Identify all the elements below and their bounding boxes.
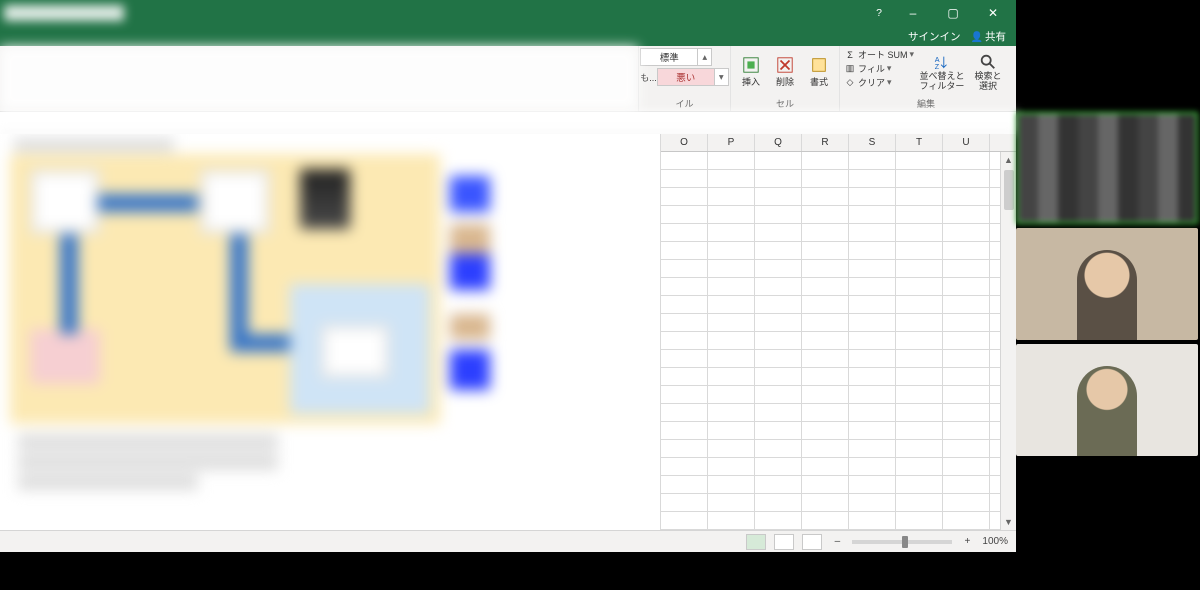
- title-text-blurred: [4, 5, 124, 21]
- cell-style-scroll-up[interactable]: ▴: [698, 48, 712, 66]
- ribbon-group-label-editing: 編集: [917, 97, 935, 111]
- find-select-button[interactable]: 検索と 選択: [968, 48, 1008, 96]
- insert-cells-icon: [742, 56, 760, 74]
- close-button[interactable]: ✕: [974, 2, 1012, 24]
- sigma-icon: Σ: [844, 49, 856, 61]
- insert-button[interactable]: 挿入: [735, 48, 767, 96]
- scroll-down-icon[interactable]: ▼: [1001, 514, 1016, 530]
- view-page-layout-button[interactable]: [774, 534, 794, 550]
- video-call-sidebar: [1016, 0, 1200, 470]
- zoom-in-button[interactable]: +: [960, 536, 974, 547]
- col-header[interactable]: R: [802, 134, 849, 151]
- excel-window: ? – ▢ ✕ サインイン 共有 標準 ▴ も... 悪い ▾: [0, 0, 1016, 552]
- scroll-up-icon[interactable]: ▲: [1001, 152, 1016, 168]
- status-bar: – + 100%: [0, 530, 1016, 552]
- sort-filter-button[interactable]: AZ 並べ替えと フィルター: [918, 48, 966, 96]
- scroll-thumb[interactable]: [1004, 170, 1014, 210]
- col-header[interactable]: O: [661, 134, 708, 151]
- clear-button[interactable]: ◇ クリア ▾: [844, 76, 916, 89]
- cell-style-bad[interactable]: 悪い: [657, 68, 715, 86]
- grid-pane[interactable]: O P Q R S T U ▲ ▼: [660, 134, 1016, 530]
- delete-button[interactable]: 削除: [769, 48, 801, 96]
- signin-link[interactable]: サインイン: [908, 29, 961, 44]
- zoom-out-button[interactable]: –: [830, 536, 844, 547]
- video-tile-active[interactable]: [1016, 112, 1198, 224]
- col-header[interactable]: S: [849, 134, 896, 151]
- cell-style-neutral-prefix: も...: [640, 71, 657, 84]
- formula-bar-blurred: [0, 112, 1016, 134]
- video-tile-participant-2[interactable]: [1016, 344, 1198, 456]
- col-header[interactable]: U: [943, 134, 990, 151]
- ribbon-blurred-left: [0, 46, 638, 111]
- ribbon-group-cells: 挿入 削除 書式 セル: [730, 46, 839, 111]
- maximize-button[interactable]: ▢: [934, 2, 972, 24]
- vertical-scrollbar[interactable]: ▲ ▼: [1000, 152, 1016, 530]
- cell-style-normal[interactable]: 標準: [640, 48, 698, 66]
- minimize-button[interactable]: –: [894, 2, 932, 24]
- format-button[interactable]: 書式: [803, 48, 835, 96]
- ribbon-group-styles: 標準 ▴ も... 悪い ▾ イル: [638, 46, 730, 111]
- title-bar: ? – ▢ ✕: [0, 0, 1016, 26]
- auth-row: サインイン 共有: [0, 26, 1016, 46]
- magnifier-icon: [979, 53, 997, 71]
- fill-down-icon: ▥: [844, 63, 856, 75]
- zoom-slider[interactable]: [852, 540, 952, 544]
- share-button[interactable]: 共有: [971, 29, 1006, 44]
- ribbon: 標準 ▴ も... 悪い ▾ イル 挿入 削除: [0, 46, 1016, 112]
- cells-grid[interactable]: [661, 152, 1016, 530]
- zoom-level-label[interactable]: 100%: [982, 536, 1008, 547]
- view-normal-button[interactable]: [746, 534, 766, 550]
- video-tile-participant-1[interactable]: [1016, 228, 1198, 340]
- cell-style-scroll-down[interactable]: ▾: [715, 68, 729, 86]
- fill-button[interactable]: ▥ フィル ▾: [844, 62, 916, 75]
- worksheet-content-blurred: [0, 134, 660, 530]
- ribbon-group-editing: Σ オート SUM ▾ ▥ フィル ▾ ◇ クリア ▾ AZ 並べ替えと フィル…: [839, 46, 1016, 111]
- worksheet-area: O P Q R S T U ▲ ▼: [0, 134, 1016, 530]
- eraser-icon: ◇: [844, 77, 856, 89]
- autosum-button[interactable]: Σ オート SUM ▾: [844, 48, 916, 61]
- view-page-break-button[interactable]: [802, 534, 822, 550]
- ribbon-options-icon[interactable]: ?: [868, 7, 890, 19]
- column-headers: O P Q R S T U: [661, 134, 1016, 152]
- format-cells-icon: [810, 56, 828, 74]
- ribbon-group-label-cells: セル: [776, 97, 794, 111]
- svg-text:Z: Z: [935, 62, 940, 71]
- delete-cells-icon: [776, 56, 794, 74]
- col-header[interactable]: T: [896, 134, 943, 151]
- ribbon-group-label-style: イル: [675, 97, 693, 111]
- sort-filter-icon: AZ: [933, 53, 951, 71]
- col-header[interactable]: P: [708, 134, 755, 151]
- col-header[interactable]: Q: [755, 134, 802, 151]
